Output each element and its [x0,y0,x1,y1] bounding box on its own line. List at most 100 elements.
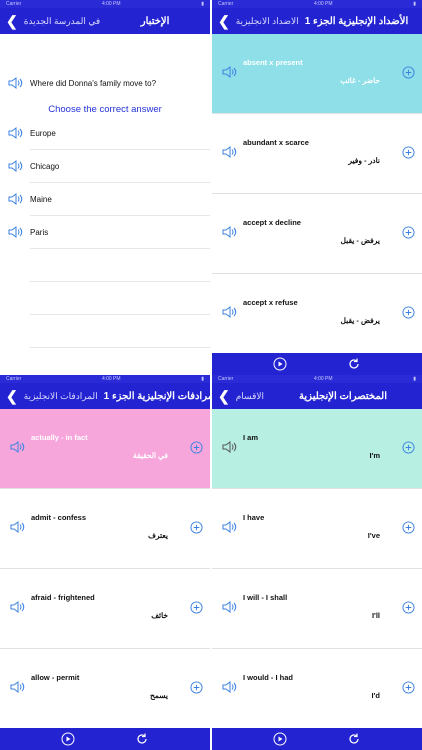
speaker-icon[interactable] [222,680,238,694]
play-icon[interactable] [61,732,75,746]
plus-circle-icon[interactable] [190,601,203,614]
list-item[interactable]: I would - I had I'd [212,649,422,729]
bottom-toolbar [212,728,422,750]
english-text: absent x present [243,58,303,67]
list-item[interactable]: admit - confess يعترف [0,489,210,569]
list-item[interactable]: abundant x scarce نادر - وفير [212,114,422,194]
list-item[interactable]: afraid - frightened خائف [0,569,210,649]
time-text: 4:00 PM [101,1,121,7]
plus-circle-icon[interactable] [402,441,415,454]
plus-circle-icon[interactable] [190,441,203,454]
nav-bar: ❮ الاضداد الانجليزية الأضداد الإنجليزية … [212,8,422,34]
bottom-toolbar [0,728,210,750]
page-title: الإختبار [140,15,170,27]
battery-icon: ▮ [413,1,416,7]
back-button[interactable]: الاقسام [236,391,264,402]
english-text: allow - permit [31,673,80,682]
back-button[interactable]: الاضداد الانجليزية [236,16,299,27]
speaker-icon[interactable] [10,440,26,454]
back-button[interactable]: في المدرسة الجديدة [24,16,100,27]
time-text: 4:00 PM [101,376,121,382]
speaker-icon[interactable] [10,680,26,694]
divider [30,347,210,348]
repeat-icon[interactable] [135,732,149,746]
list-item[interactable]: I will - I shall I'll [212,569,422,649]
carrier-text: Carrier [6,376,22,382]
nav-bar: ❮ في المدرسة الجديدة الإختبار [0,8,210,34]
plus-circle-icon[interactable] [402,306,415,319]
repeat-icon[interactable] [347,732,361,746]
repeat-icon[interactable] [347,357,361,371]
question-text: Where did Donna's family move to? [30,78,157,88]
plus-circle-icon[interactable] [402,146,415,159]
list-item[interactable]: accept x refuse يرفض - يقبل [212,274,422,354]
chevron-left-icon[interactable]: ❮ [6,389,18,403]
answer-option[interactable]: Europe [0,126,210,140]
speaker-icon[interactable] [222,145,238,159]
chevron-left-icon[interactable]: ❮ [218,14,230,28]
divider [30,149,210,150]
time-text: 4:00 PM [313,1,333,7]
arabic-text: يسمح [150,691,168,700]
synonyms-panel: Carrier 4:00 PM ▮ ❮ المرادفات الانجليزية… [0,375,210,750]
speaker-icon[interactable] [10,600,26,614]
status-bar: Carrier 4:00 PM ▮ [0,0,210,8]
bottom-toolbar [212,353,422,375]
abbreviation-text: I'll [371,611,380,620]
list-item[interactable]: actually - in fact في الحقيقة [0,409,210,489]
speaker-icon[interactable] [8,225,24,239]
abbreviation-text: I've [367,531,380,540]
speaker-icon[interactable] [8,159,24,173]
nav-bar: ❮ المرادفات الانجليزية المرادفات الإنجلي… [0,383,210,409]
status-bar: Carrier 4:00 PM ▮ [212,0,422,8]
list-item[interactable]: accept x decline يرفض - يقبل [212,194,422,274]
list-item[interactable]: absent x present حاضر - غائب [212,34,422,114]
divider [30,215,210,216]
status-bar: Carrier 4:00 PM ▮ [212,375,422,383]
list-item[interactable]: I am I'm [212,409,422,489]
chevron-left-icon[interactable]: ❮ [6,14,18,28]
answer-prompt: Choose the correct answer [48,104,162,115]
answer-label: Maine [30,194,52,204]
speaker-icon[interactable] [8,126,24,140]
battery-icon: ▮ [201,1,204,7]
english-text: abundant x scarce [243,138,309,147]
battery-icon: ▮ [413,376,416,382]
page-title: المختصرات الإنجليزية [299,390,387,402]
divider [30,314,210,315]
chevron-left-icon[interactable]: ❮ [218,389,230,403]
list-item[interactable]: allow - permit يسمح [0,649,210,729]
plus-circle-icon[interactable] [402,66,415,79]
nav-bar: ❮ الاقسام المختصرات الإنجليزية [212,383,422,409]
answer-option[interactable]: Chicago [0,159,210,173]
back-button[interactable]: المرادفات الانجليزية [24,391,98,402]
plus-circle-icon[interactable] [402,521,415,534]
speaker-icon[interactable] [10,520,26,534]
speaker-icon[interactable] [222,600,238,614]
speaker-icon[interactable] [8,192,24,206]
answer-option[interactable]: Paris [0,225,210,239]
abbreviations-panel: Carrier 4:00 PM ▮ ❮ الاقسام المختصرات ال… [212,375,422,750]
speaker-icon[interactable] [222,520,238,534]
speaker-icon[interactable] [222,225,238,239]
answer-option[interactable]: Maine [0,192,210,206]
english-text: accept x refuse [243,298,298,307]
play-icon[interactable] [273,357,287,371]
speaker-icon[interactable] [222,440,238,454]
answer-label: Paris [30,227,49,237]
english-text: accept x decline [243,218,301,227]
list-item[interactable]: I have I've [212,489,422,569]
plus-circle-icon[interactable] [402,681,415,694]
plus-circle-icon[interactable] [190,681,203,694]
plus-circle-icon[interactable] [402,226,415,239]
plus-circle-icon[interactable] [402,601,415,614]
carrier-text: Carrier [218,1,234,7]
divider [30,248,210,249]
play-icon[interactable] [273,732,287,746]
speaker-icon[interactable] [222,65,238,79]
divider [30,281,210,282]
speaker-icon[interactable] [222,305,238,319]
abbreviation-text: I'm [369,451,380,460]
plus-circle-icon[interactable] [190,521,203,534]
speaker-icon[interactable] [8,76,24,90]
